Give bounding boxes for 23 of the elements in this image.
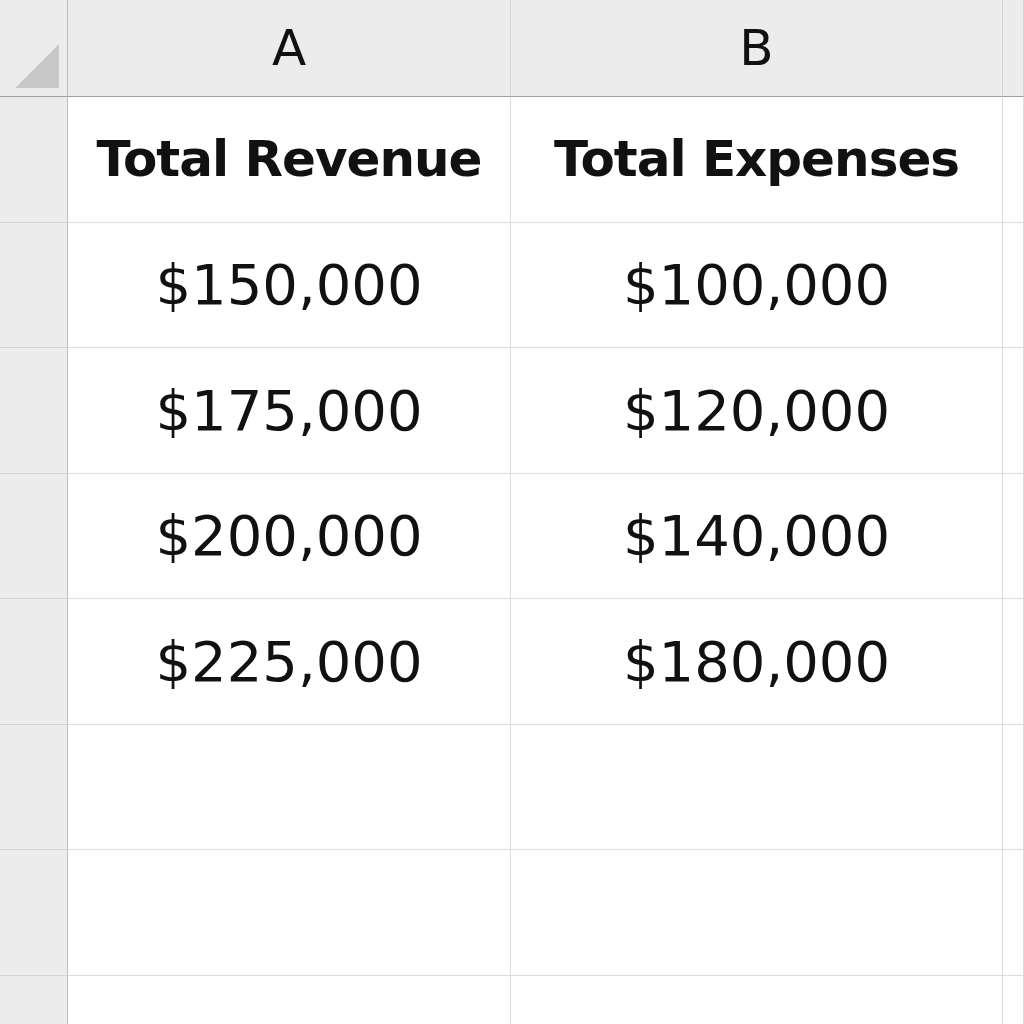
table-cell: $175,000 xyxy=(68,348,511,474)
table-cell: $225,000 xyxy=(68,599,511,725)
table-cell: $200,000 xyxy=(68,473,511,599)
corner-triangle-icon xyxy=(15,44,59,88)
table-cell: $150,000 xyxy=(68,222,511,348)
row-header[interactable] xyxy=(0,599,68,725)
row-header[interactable] xyxy=(0,348,68,474)
row-header[interactable] xyxy=(0,97,68,223)
header-cell: Total Revenue xyxy=(68,97,511,223)
table-cell: $180,000 xyxy=(511,599,1003,725)
column-header[interactable]: A xyxy=(68,0,511,97)
column-header[interactable] xyxy=(1003,0,1024,97)
row-header[interactable] xyxy=(0,222,68,348)
table-cell: $140,000 xyxy=(511,473,1003,599)
row-header[interactable] xyxy=(0,850,68,976)
row-header[interactable] xyxy=(0,975,68,1024)
select-all-corner[interactable] xyxy=(0,0,68,97)
header-cell: Total Expenses xyxy=(511,97,1003,223)
row-header[interactable] xyxy=(0,724,68,850)
table-cell: $120,000 xyxy=(511,348,1003,474)
table-cell: $100,000 xyxy=(511,222,1003,348)
column-header[interactable]: B xyxy=(511,0,1003,97)
row-header[interactable] xyxy=(0,473,68,599)
